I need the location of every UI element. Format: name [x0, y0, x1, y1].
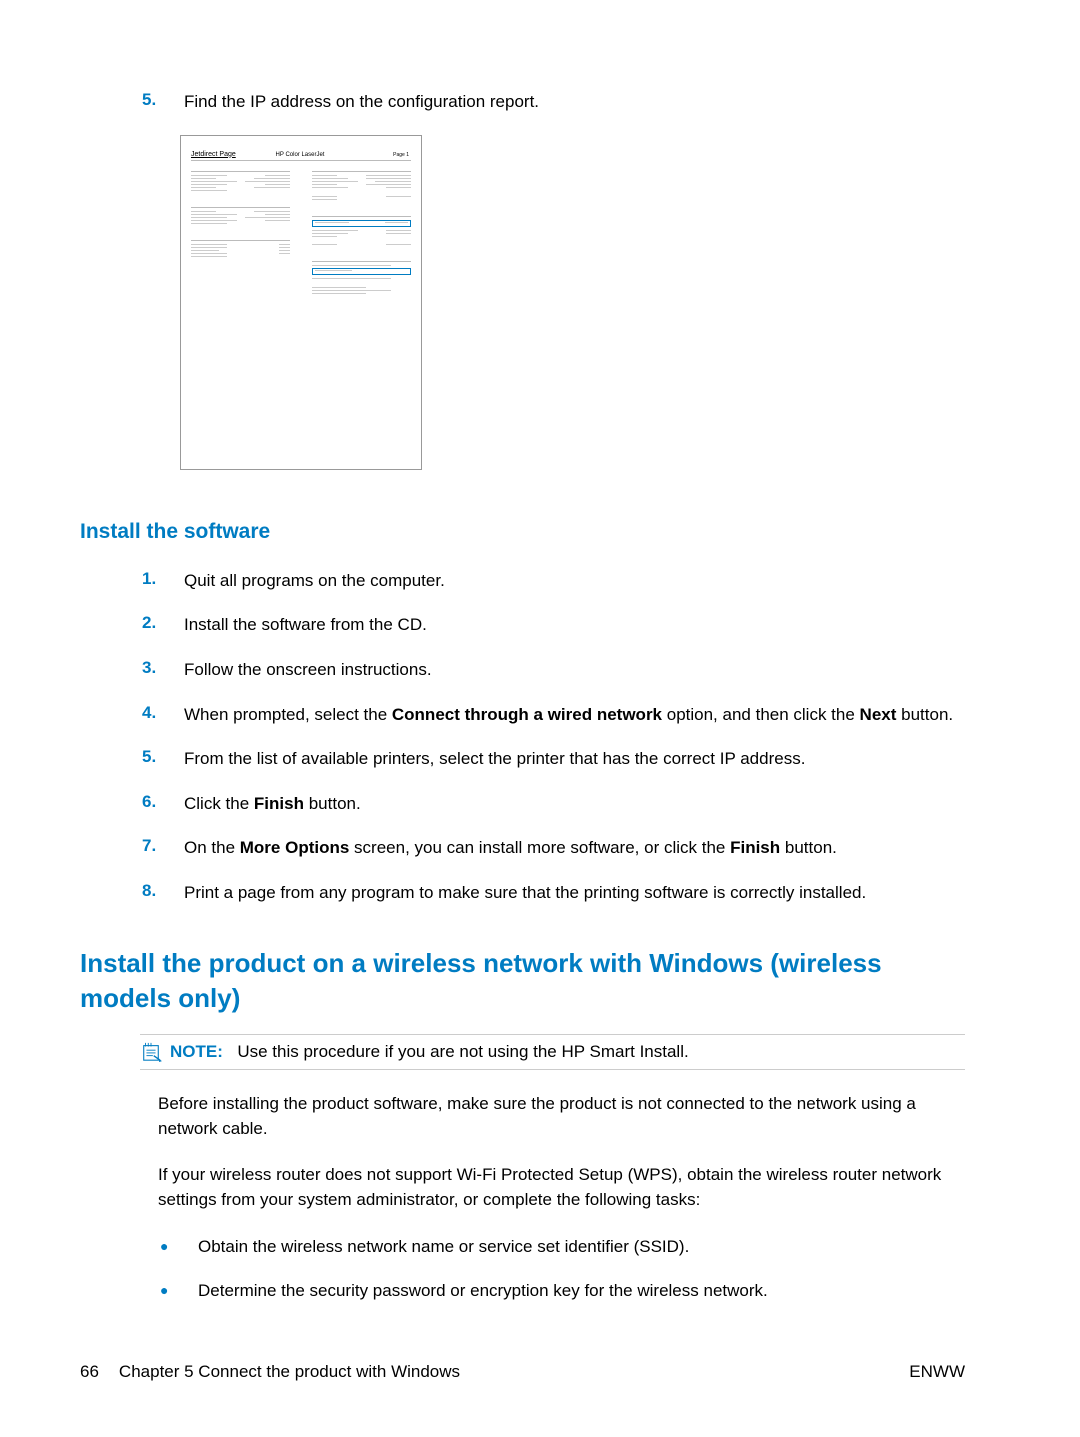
step-text: Find the IP address on the configuration…: [184, 90, 539, 115]
jetdirect-pagenum: Page 1: [336, 148, 411, 158]
install-step-2: 2. Install the software from the CD.: [142, 613, 965, 638]
step-number: 1.: [142, 569, 184, 594]
note-icon: [140, 1042, 162, 1062]
install-step-3: 3. Follow the onscreen instructions.: [142, 658, 965, 683]
bullet-item-1: ● Obtain the wireless network name or se…: [158, 1235, 965, 1260]
install-software-list: 1. Quit all programs on the computer. 2.…: [80, 569, 965, 906]
bullet-item-2: ● Determine the security password or enc…: [158, 1279, 965, 1304]
note-content: NOTE: Use this procedure if you are not …: [170, 1042, 689, 1062]
step-number: 6.: [142, 792, 184, 817]
jetdirect-title: Jetdirect Page: [191, 151, 264, 158]
footer-chapter: Chapter 5 Connect the product with Windo…: [119, 1362, 460, 1382]
bullet-text: Obtain the wireless network name or serv…: [198, 1235, 689, 1260]
install-step-5: 5. From the list of available printers, …: [142, 747, 965, 772]
footer-page-number: 66: [80, 1362, 99, 1382]
step-text: When prompted, select the Connect throug…: [184, 703, 953, 728]
install-step-6: 6. Click the Finish button.: [142, 792, 965, 817]
jetdirect-model: HP Color LaserJet: [264, 152, 337, 158]
step-number: 8.: [142, 881, 184, 906]
jetdirect-page-figure: Jetdirect Page HP Color LaserJet Page 1: [180, 135, 422, 470]
wireless-bullet-list: ● Obtain the wireless network name or se…: [158, 1235, 965, 1304]
note-text: Use this procedure if you are not using …: [237, 1042, 688, 1061]
heading-wireless-install: Install the product on a wireless networ…: [80, 946, 965, 1016]
install-step-7: 7. On the More Options screen, you can i…: [142, 836, 965, 861]
install-step-1: 1. Quit all programs on the computer.: [142, 569, 965, 594]
install-step-4: 4. When prompted, select the Connect thr…: [142, 703, 965, 728]
step-number: 7.: [142, 836, 184, 861]
footer-right: ENWW: [909, 1362, 965, 1382]
bullet-text: Determine the security password or encry…: [198, 1279, 768, 1304]
install-step-8: 8. Print a page from any program to make…: [142, 881, 965, 906]
step-number: 4.: [142, 703, 184, 728]
step-text: Print a page from any program to make su…: [184, 881, 866, 906]
step-number: 5.: [142, 747, 184, 772]
step-number: 3.: [142, 658, 184, 683]
heading-install-software: Install the software: [80, 520, 965, 544]
step-text: On the More Options screen, you can inst…: [184, 836, 837, 861]
step-text: Click the Finish button.: [184, 792, 361, 817]
step-text: Quit all programs on the computer.: [184, 569, 445, 594]
step-text: From the list of available printers, sel…: [184, 747, 805, 772]
step-text: Follow the onscreen instructions.: [184, 658, 432, 683]
note-label: NOTE:: [170, 1042, 223, 1061]
wireless-para-1: Before installing the product software, …: [158, 1092, 965, 1141]
step-number: 5.: [142, 90, 184, 115]
step-text: Install the software from the CD.: [184, 613, 427, 638]
wireless-para-2: If your wireless router does not support…: [158, 1163, 965, 1212]
ip-highlight-box-1: [312, 220, 411, 227]
bullet-icon: ●: [158, 1279, 198, 1304]
step-5: 5. Find the IP address on the configurat…: [142, 90, 965, 115]
bullet-icon: ●: [158, 1235, 198, 1260]
step-number: 2.: [142, 613, 184, 638]
note-box: NOTE: Use this procedure if you are not …: [140, 1034, 965, 1070]
page-footer: 66 Chapter 5 Connect the product with Wi…: [80, 1362, 965, 1382]
ip-highlight-box-2: [312, 268, 411, 275]
